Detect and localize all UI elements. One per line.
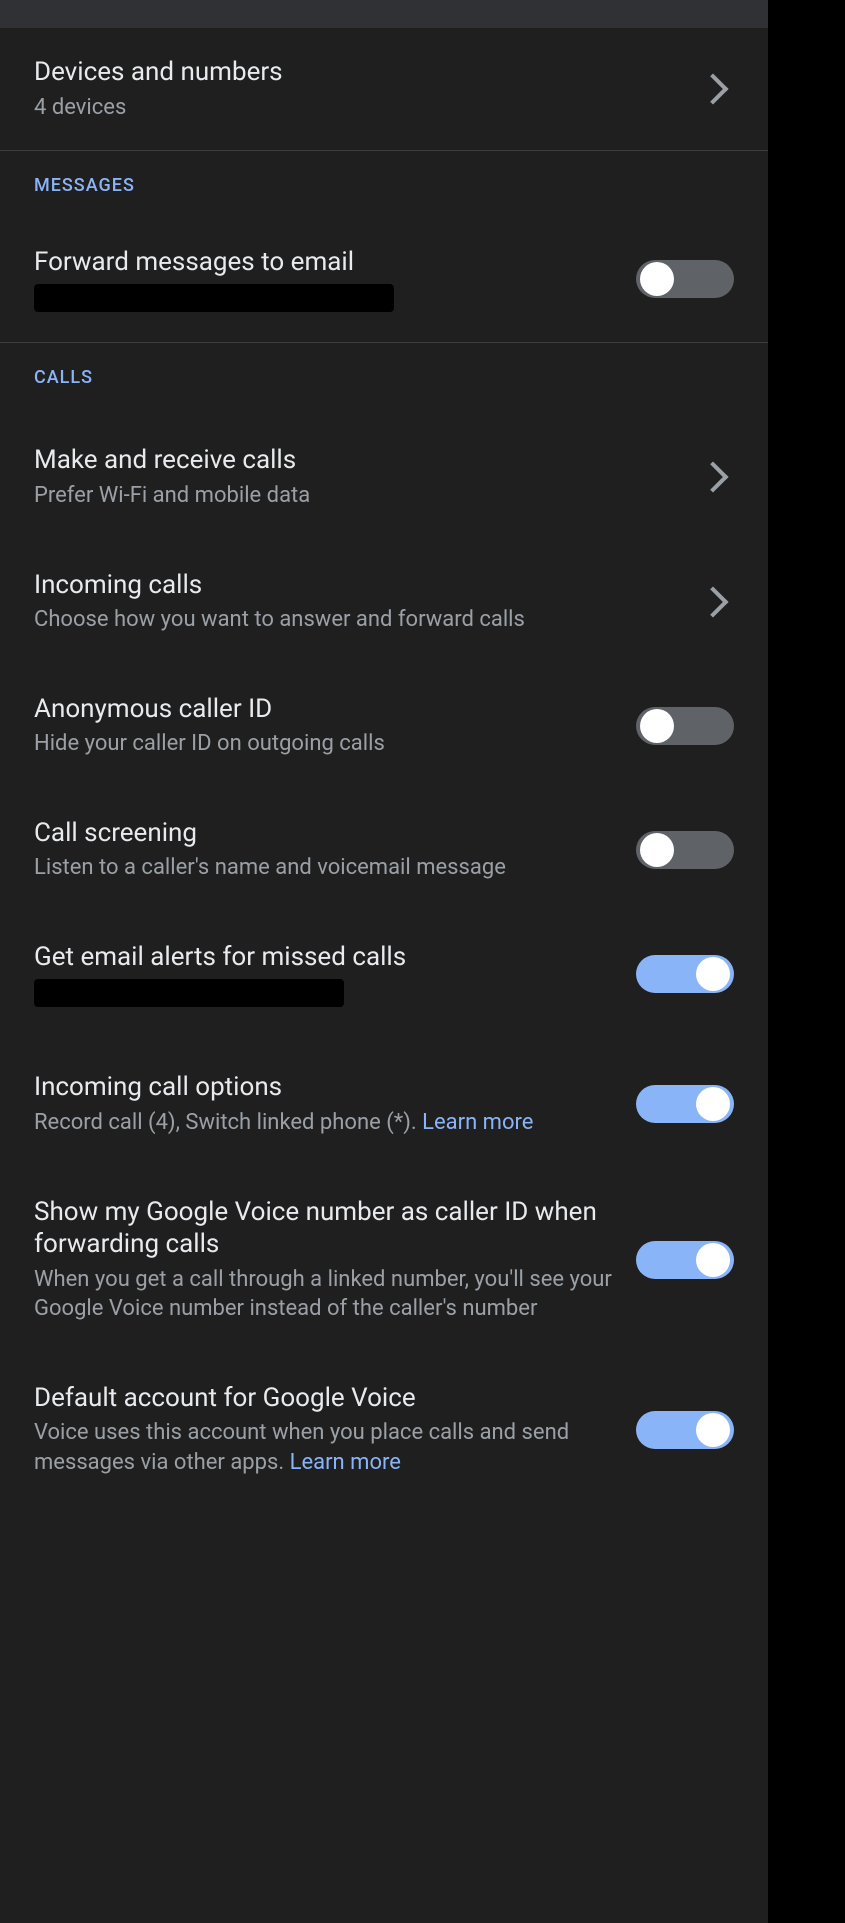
caller-id-title: Show my Google Voice number as caller ID… [34, 1196, 616, 1261]
incoming-call-options-toggle[interactable] [636, 1085, 734, 1123]
chevron-right-icon [697, 74, 728, 105]
section-header-calls: CALLS [0, 343, 768, 398]
make-receive-calls-row[interactable]: Make and receive calls Prefer Wi-Fi and … [0, 398, 768, 534]
caller-id-sub: When you get a call through a linked num… [34, 1265, 616, 1324]
make-calls-sub: Prefer Wi-Fi and mobile data [34, 481, 682, 511]
default-account-toggle[interactable] [636, 1411, 734, 1449]
chevron-right-icon [697, 462, 728, 493]
email-alerts-title: Get email alerts for missed calls [34, 941, 616, 974]
learn-more-link[interactable]: Learn more [290, 1450, 401, 1475]
call-screening-toggle[interactable] [636, 831, 734, 869]
screening-title: Call screening [34, 817, 616, 850]
options-sub: Record call (4), Switch linked phone (*)… [34, 1108, 616, 1138]
caller-id-forwarding-row[interactable]: Show my Google Voice number as caller ID… [0, 1162, 768, 1348]
section-header-messages: MESSAGES [0, 151, 768, 206]
redacted-email [34, 979, 344, 1007]
email-alerts-row[interactable]: Get email alerts for missed calls [0, 907, 768, 1037]
email-alerts-sub [34, 978, 616, 1008]
anon-title: Anonymous caller ID [34, 693, 616, 726]
default-acct-title: Default account for Google Voice [34, 1382, 616, 1415]
forward-messages-row[interactable]: Forward messages to email [0, 206, 768, 342]
incoming-calls-title: Incoming calls [34, 569, 682, 602]
email-alerts-toggle[interactable] [636, 955, 734, 993]
devices-title: Devices and numbers [34, 56, 682, 89]
anonymous-caller-id-row[interactable]: Anonymous caller ID Hide your caller ID … [0, 659, 768, 783]
forward-messages-sub [34, 283, 616, 313]
anonymous-caller-id-toggle[interactable] [636, 707, 734, 745]
anon-sub: Hide your caller ID on outgoing calls [34, 729, 616, 759]
incoming-calls-sub: Choose how you want to answer and forwar… [34, 605, 682, 635]
default-acct-sub: Voice uses this account when you place c… [34, 1418, 616, 1477]
chevron-right-icon [697, 586, 728, 617]
incoming-calls-row[interactable]: Incoming calls Choose how you want to an… [0, 535, 768, 659]
options-sub-text: Record call (4), Switch linked phone (*)… [34, 1110, 422, 1135]
learn-more-link[interactable]: Learn more [422, 1110, 533, 1135]
screening-sub: Listen to a caller's name and voicemail … [34, 853, 616, 883]
devices-sub: 4 devices [34, 93, 682, 123]
caller-id-forwarding-toggle[interactable] [636, 1241, 734, 1279]
redacted-email [34, 284, 394, 312]
options-title: Incoming call options [34, 1071, 616, 1104]
make-calls-title: Make and receive calls [34, 444, 682, 477]
call-screening-row[interactable]: Call screening Listen to a caller's name… [0, 783, 768, 907]
devices-numbers-row[interactable]: Devices and numbers 4 devices [0, 28, 768, 150]
top-bar [0, 0, 768, 28]
incoming-call-options-row[interactable]: Incoming call options Record call (4), S… [0, 1037, 768, 1161]
forward-messages-toggle[interactable] [636, 260, 734, 298]
default-account-row[interactable]: Default account for Google Voice Voice u… [0, 1348, 768, 1478]
forward-messages-title: Forward messages to email [34, 246, 616, 279]
